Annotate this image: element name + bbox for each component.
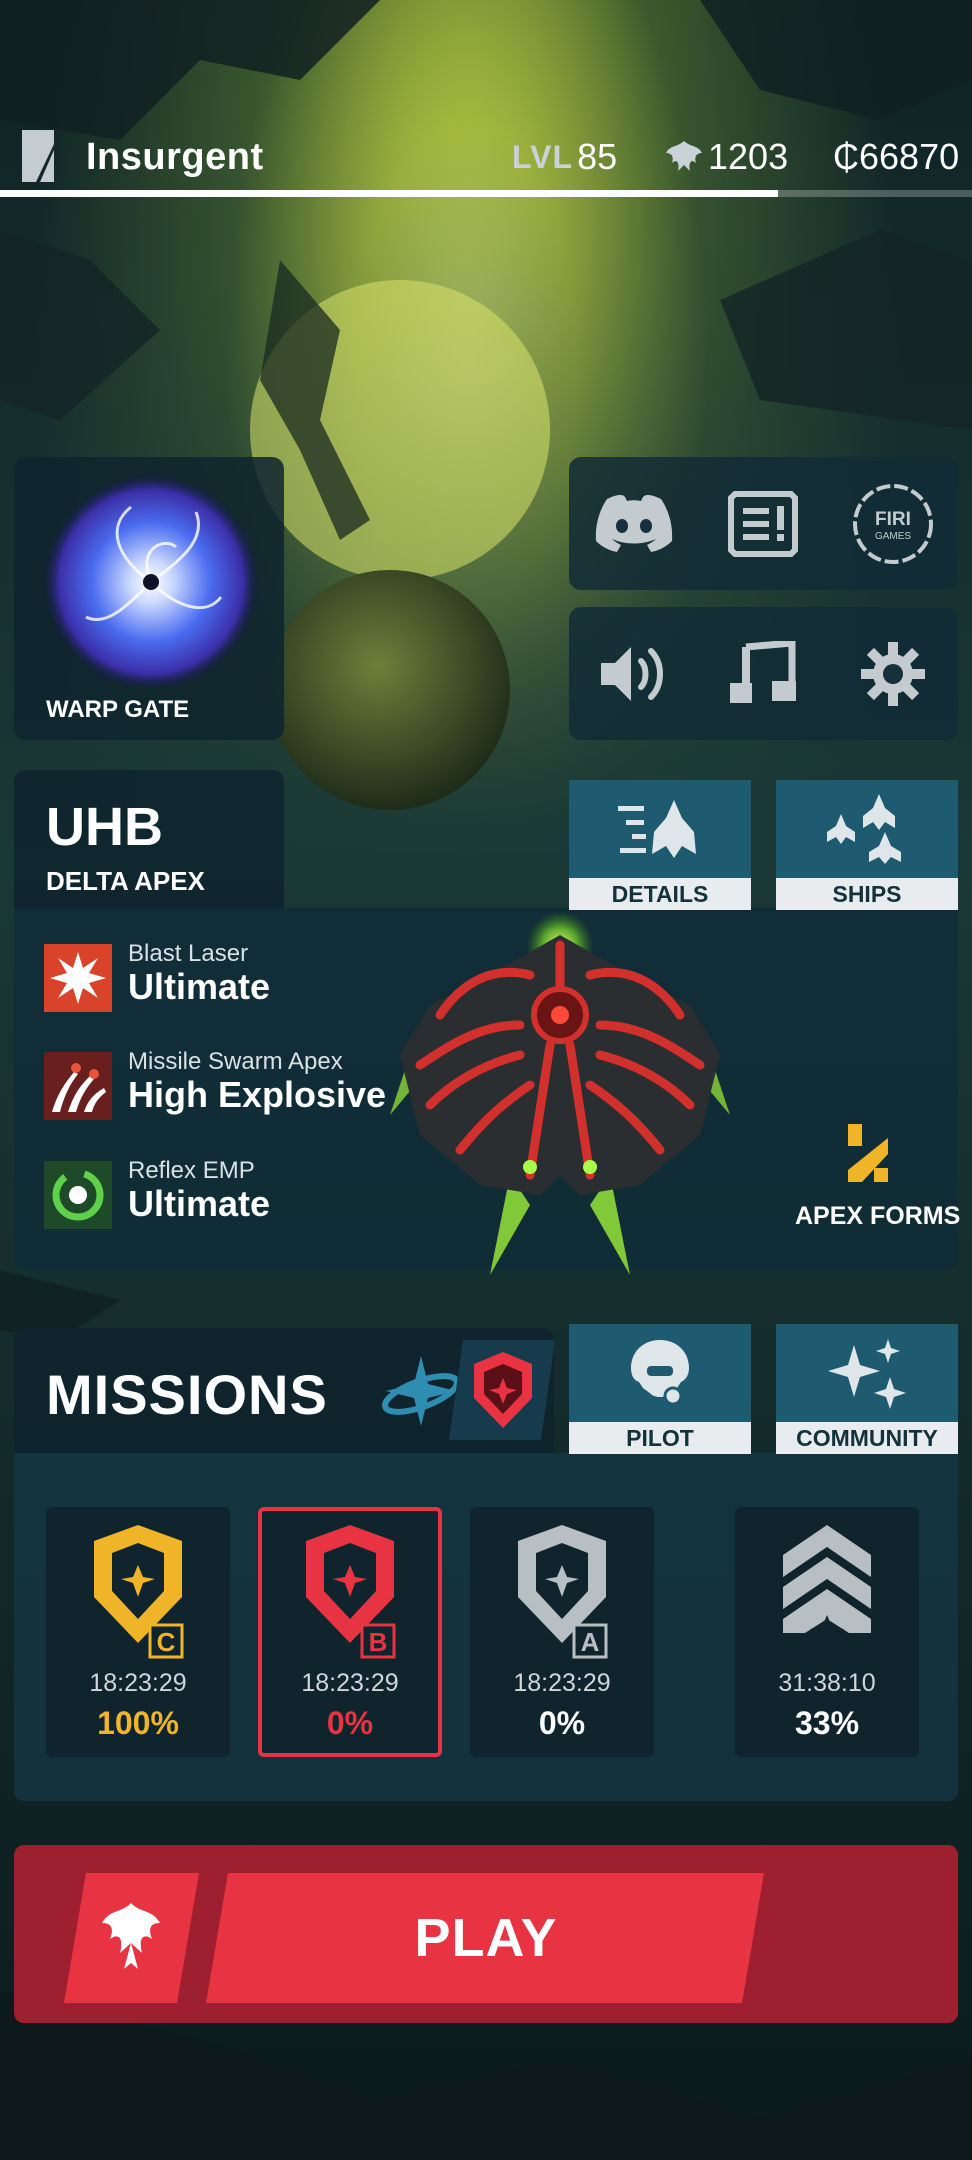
player-name: Insurgent — [86, 136, 264, 178]
mission-timer: 18:23:29 — [89, 1669, 187, 1697]
warp-gate-icon — [43, 474, 259, 690]
level-label: LVL — [512, 138, 574, 175]
reflex-emp-icon — [44, 1161, 112, 1229]
ship-subtitle: DELTA APEX — [46, 866, 205, 896]
credits[interactable]: ₵66870 — [833, 136, 959, 178]
credits-value: ₵66870 — [833, 136, 960, 177]
mission-timer: 31:38:10 — [778, 1669, 876, 1697]
settings-button[interactable] — [845, 626, 941, 722]
play-label: PLAY — [414, 1908, 558, 1968]
mission-timer: 18:23:29 — [513, 1669, 611, 1697]
weapon-name: Missile Swarm Apex — [128, 1048, 343, 1075]
rank-icon — [22, 130, 54, 182]
mission-grade: A — [581, 1627, 600, 1657]
pilot-button[interactable]: PILOT — [569, 1324, 751, 1454]
ship-image[interactable] — [380, 905, 740, 1285]
apex-forms-label[interactable]: APEX FORMS — [795, 1202, 960, 1231]
mission-progress: 33% — [794, 1705, 860, 1741]
discord-button[interactable] — [586, 476, 682, 572]
mission-badge-a-icon: A — [518, 1525, 608, 1659]
mission-grade: C — [157, 1627, 176, 1657]
mission-card-rank[interactable]: 31:38:10 33% — [735, 1507, 919, 1757]
mission-progress: 100% — [97, 1705, 179, 1741]
pilot-label: PILOT — [569, 1422, 751, 1454]
community-icon — [828, 1339, 906, 1409]
firi-games-button[interactable]: FIRI GAMES — [845, 476, 941, 572]
music-button[interactable] — [715, 626, 811, 722]
sound-button[interactable] — [586, 626, 682, 722]
mission-tier-badge-icon — [474, 1352, 532, 1428]
mission-rank-icon — [783, 1525, 871, 1645]
social-buttons: FIRI GAMES — [569, 457, 958, 590]
weapon-tier: High Explosive — [128, 1074, 387, 1115]
mission-progress: 0% — [538, 1705, 586, 1741]
mission-badge-c-icon: C — [94, 1525, 184, 1659]
pilot-icon — [631, 1340, 689, 1406]
level-value: 85 — [577, 136, 618, 177]
community-label: COMMUNITY — [776, 1422, 958, 1454]
music-icon — [730, 640, 797, 703]
phoenix-currency[interactable]: 1203 — [664, 136, 788, 178]
news-icon — [728, 490, 799, 557]
phoenix-button[interactable] — [64, 1873, 199, 2003]
weapon-name: Blast Laser — [128, 940, 249, 967]
mission-card-b[interactable]: B 18:23:29 0% — [258, 1507, 442, 1757]
phoenix-currency-icon — [666, 141, 702, 171]
ships-icon — [827, 794, 901, 864]
xp-bar-fill — [0, 190, 778, 197]
settings-buttons — [569, 607, 958, 740]
discord-icon — [595, 494, 672, 552]
firi-logo-text: FIRI — [875, 509, 911, 530]
weapon-name: Reflex EMP — [128, 1157, 255, 1184]
details-button[interactable]: DETAILS — [569, 780, 751, 910]
mission-timer: 18:23:29 — [301, 1669, 399, 1697]
settings-icon — [861, 641, 926, 706]
mission-card-a[interactable]: A 18:23:29 0% — [470, 1507, 654, 1757]
mission-progress: 0% — [326, 1705, 374, 1741]
ships-button[interactable]: SHIPS — [776, 780, 958, 910]
mission-badge-b-icon: B — [306, 1525, 396, 1659]
ships-label: SHIPS — [776, 878, 958, 910]
level-display: LVL 85 — [512, 136, 617, 178]
missions-title: MISSIONS — [46, 1363, 328, 1426]
community-button[interactable]: COMMUNITY — [776, 1324, 958, 1454]
weapon-tier: Ultimate — [128, 966, 271, 1007]
news-button[interactable] — [715, 476, 811, 572]
phoenix-currency-value: 1203 — [708, 136, 789, 177]
mission-type-icon[interactable] — [380, 1350, 462, 1432]
warp-gate-label: WARP GATE — [46, 696, 190, 723]
mission-card-c[interactable]: C 18:23:29 100% — [46, 1507, 230, 1757]
blast-laser-icon — [44, 944, 112, 1012]
weapon-tier: Ultimate — [128, 1183, 271, 1224]
firi-games-icon: FIRI GAMES — [853, 483, 934, 564]
firi-logo-subtext: GAMES — [875, 531, 911, 542]
mission-grade: B — [369, 1627, 388, 1657]
details-icon — [618, 800, 696, 858]
xp-bar — [0, 190, 972, 197]
sound-icon — [600, 646, 663, 701]
missile-swarm-icon — [44, 1052, 112, 1120]
ship-name: UHB — [46, 797, 163, 857]
apex-forms-icon[interactable] — [848, 1124, 888, 1182]
